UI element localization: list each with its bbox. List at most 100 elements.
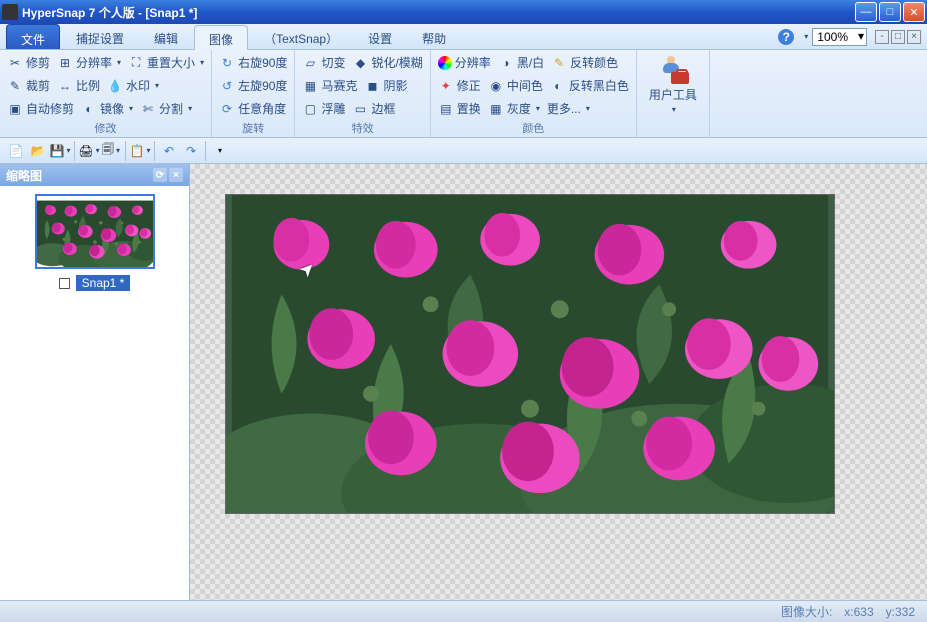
group-label-modify: 修改 [4, 119, 207, 138]
qat-more[interactable]: ▾ [210, 141, 230, 161]
app-icon [2, 4, 18, 20]
menubar: 文件 捕捉设置 编辑 图像 （TextSnap） 设置 帮助 ? ▾ 100% … [0, 24, 927, 50]
panel-close-icon[interactable]: × [169, 168, 183, 182]
undo-button[interactable]: ↶ [159, 141, 179, 161]
panel-refresh-icon[interactable]: ⟳ [153, 168, 167, 182]
group-rotate: ↻右旋90度 ↺左旋90度 ⟳任意角度 旋转 [212, 50, 295, 137]
thumbnail-checkbox[interactable] [59, 278, 70, 289]
shear-icon: ▱ [302, 55, 318, 71]
tab-capture[interactable]: 捕捉设置 [62, 24, 138, 49]
rotate-any-button[interactable]: ⟳任意角度 [216, 98, 289, 119]
shadow-icon: ◼ [364, 78, 380, 94]
color-wheel-icon [438, 56, 452, 70]
shear-button[interactable]: ▱切变 [299, 52, 348, 73]
mirror-icon: ◐ [81, 101, 97, 117]
thumbnail-label[interactable]: Snap1 * [76, 275, 131, 291]
rotate-left-button[interactable]: ↺左旋90度 [216, 75, 290, 96]
mdi-close[interactable]: × [907, 30, 921, 44]
print-button[interactable]: 🖨 [79, 141, 99, 161]
minimize-button[interactable]: — [855, 2, 877, 22]
redo-button[interactable]: ↷ [181, 141, 201, 161]
mdi-minimize[interactable]: - [875, 30, 889, 44]
bw-icon: ◑ [498, 55, 514, 71]
shadow-button[interactable]: ◼阴影 [361, 75, 410, 96]
group-label-fx: 特效 [299, 119, 425, 138]
new-button[interactable]: 📄 [6, 141, 26, 161]
gray-icon: ▦ [488, 101, 504, 117]
group-label-color: 颜色 [435, 119, 632, 138]
group-usertools: 用户工具 [637, 50, 710, 137]
tab-file[interactable]: 文件 [6, 24, 60, 49]
image-frame[interactable] [225, 194, 835, 514]
watermark-button[interactable]: 💧水印 [104, 75, 162, 96]
crop-button[interactable]: ✂修剪 [4, 52, 53, 73]
thumbnail-panel: 缩略图 ⟳× Snap1 * [0, 164, 190, 600]
tab-textsnap[interactable]: （TextSnap） [250, 24, 352, 49]
emboss-button[interactable]: ▢浮雕 [299, 98, 348, 119]
correct-icon: ✦ [438, 78, 454, 94]
group-fx: ▱切变 ◆锐化/模糊 ▦马赛克 ◼阴影 ▢浮雕 ▭边框 特效 [295, 50, 430, 137]
more-button[interactable]: 更多... [544, 98, 593, 119]
sharpen-icon: ◆ [352, 55, 368, 71]
titlebar: HyperSnap 7 个人版 - [Snap1 *] — □ ✕ [0, 0, 927, 24]
ribbon: ✂修剪 ⊞分辨率 ⛶重置大小 ✎裁剪 ↔比例 💧水印 ▣自动修剪 ◐镜像 ✄分割… [0, 50, 927, 138]
scale-button[interactable]: ↔比例 [54, 75, 103, 96]
rotate-left-icon: ↺ [219, 78, 235, 94]
midtone-icon: ◉ [488, 78, 504, 94]
open-button[interactable]: 📂 [28, 141, 48, 161]
help-icon[interactable]: ? [778, 29, 794, 45]
mdi-restore[interactable]: □ [891, 30, 905, 44]
status-size-label: 图像大小: [781, 603, 832, 620]
border-button[interactable]: ▭边框 [349, 98, 398, 119]
canvas-area[interactable]: ➤ [190, 164, 927, 600]
close-button[interactable]: ✕ [903, 2, 925, 22]
status-y: y:332 [886, 605, 915, 619]
invert-bw-button[interactable]: ◐反转黑白色 [547, 75, 632, 96]
zoom-select[interactable]: 100% [812, 28, 867, 46]
quick-access-toolbar: 📄 📂 💾 🖨 🗐 📋 ↶ ↷ ▾ [0, 138, 927, 164]
split-icon: ✄ [140, 101, 156, 117]
save-button[interactable]: 💾 [50, 141, 70, 161]
color-res-button[interactable]: 分辨率 [435, 52, 494, 73]
resize-button[interactable]: ⛶重置大小 [125, 52, 207, 73]
status-x: x:633 [844, 605, 873, 619]
thumbnail-item[interactable] [35, 194, 155, 269]
emboss-icon: ▢ [302, 101, 318, 117]
copy-button[interactable]: 🗐 [101, 141, 121, 161]
trim-button[interactable]: ✎裁剪 [4, 75, 53, 96]
tab-image[interactable]: 图像 [194, 25, 248, 50]
bw-button[interactable]: ◑黑/白 [495, 52, 547, 73]
mirror-button[interactable]: ◐镜像 [78, 98, 136, 119]
resolution-icon: ⊞ [57, 55, 73, 71]
tab-edit[interactable]: 编辑 [140, 24, 192, 49]
group-label-rotate: 旋转 [216, 119, 290, 138]
watermark-icon: 💧 [107, 78, 123, 94]
mosaic-icon: ▦ [302, 78, 318, 94]
group-color: 分辨率 ◑黑/白 ✎反转颜色 ✦修正 ◉中间色 ◐反转黑白色 ▤置换 ▦灰度 更… [431, 50, 637, 137]
usertools-button[interactable]: 用户工具 [641, 52, 705, 118]
help-dropdown[interactable]: ▾ [804, 32, 808, 41]
tab-settings[interactable]: 设置 [354, 24, 406, 49]
correct-button[interactable]: ✦修正 [435, 75, 484, 96]
split-button[interactable]: ✄分割 [137, 98, 195, 119]
gray-button[interactable]: ▦灰度 [485, 98, 543, 119]
window-title: HyperSnap 7 个人版 - [Snap1 *] [22, 4, 855, 21]
mosaic-button[interactable]: ▦马赛克 [299, 75, 360, 96]
trim-icon: ✎ [7, 78, 23, 94]
rotate-right-button[interactable]: ↻右旋90度 [216, 52, 290, 73]
resolution-button[interactable]: ⊞分辨率 [54, 52, 124, 73]
paste-button[interactable]: 📋 [130, 141, 150, 161]
midtone-button[interactable]: ◉中间色 [485, 75, 546, 96]
invert-button[interactable]: ✎反转颜色 [548, 52, 621, 73]
replace-button[interactable]: ▤置换 [435, 98, 484, 119]
statusbar: 图像大小: x:633 y:332 [0, 600, 927, 622]
thumbnail-title: 缩略图 [6, 167, 42, 184]
rotate-any-icon: ⟳ [219, 101, 235, 117]
maximize-button[interactable]: □ [879, 2, 901, 22]
invert-icon: ✎ [551, 55, 567, 71]
sharpen-button[interactable]: ◆锐化/模糊 [349, 52, 425, 73]
autotrim-button[interactable]: ▣自动修剪 [4, 98, 77, 119]
rotate-right-icon: ↻ [219, 55, 235, 71]
replace-icon: ▤ [438, 101, 454, 117]
tab-help[interactable]: 帮助 [408, 24, 460, 49]
